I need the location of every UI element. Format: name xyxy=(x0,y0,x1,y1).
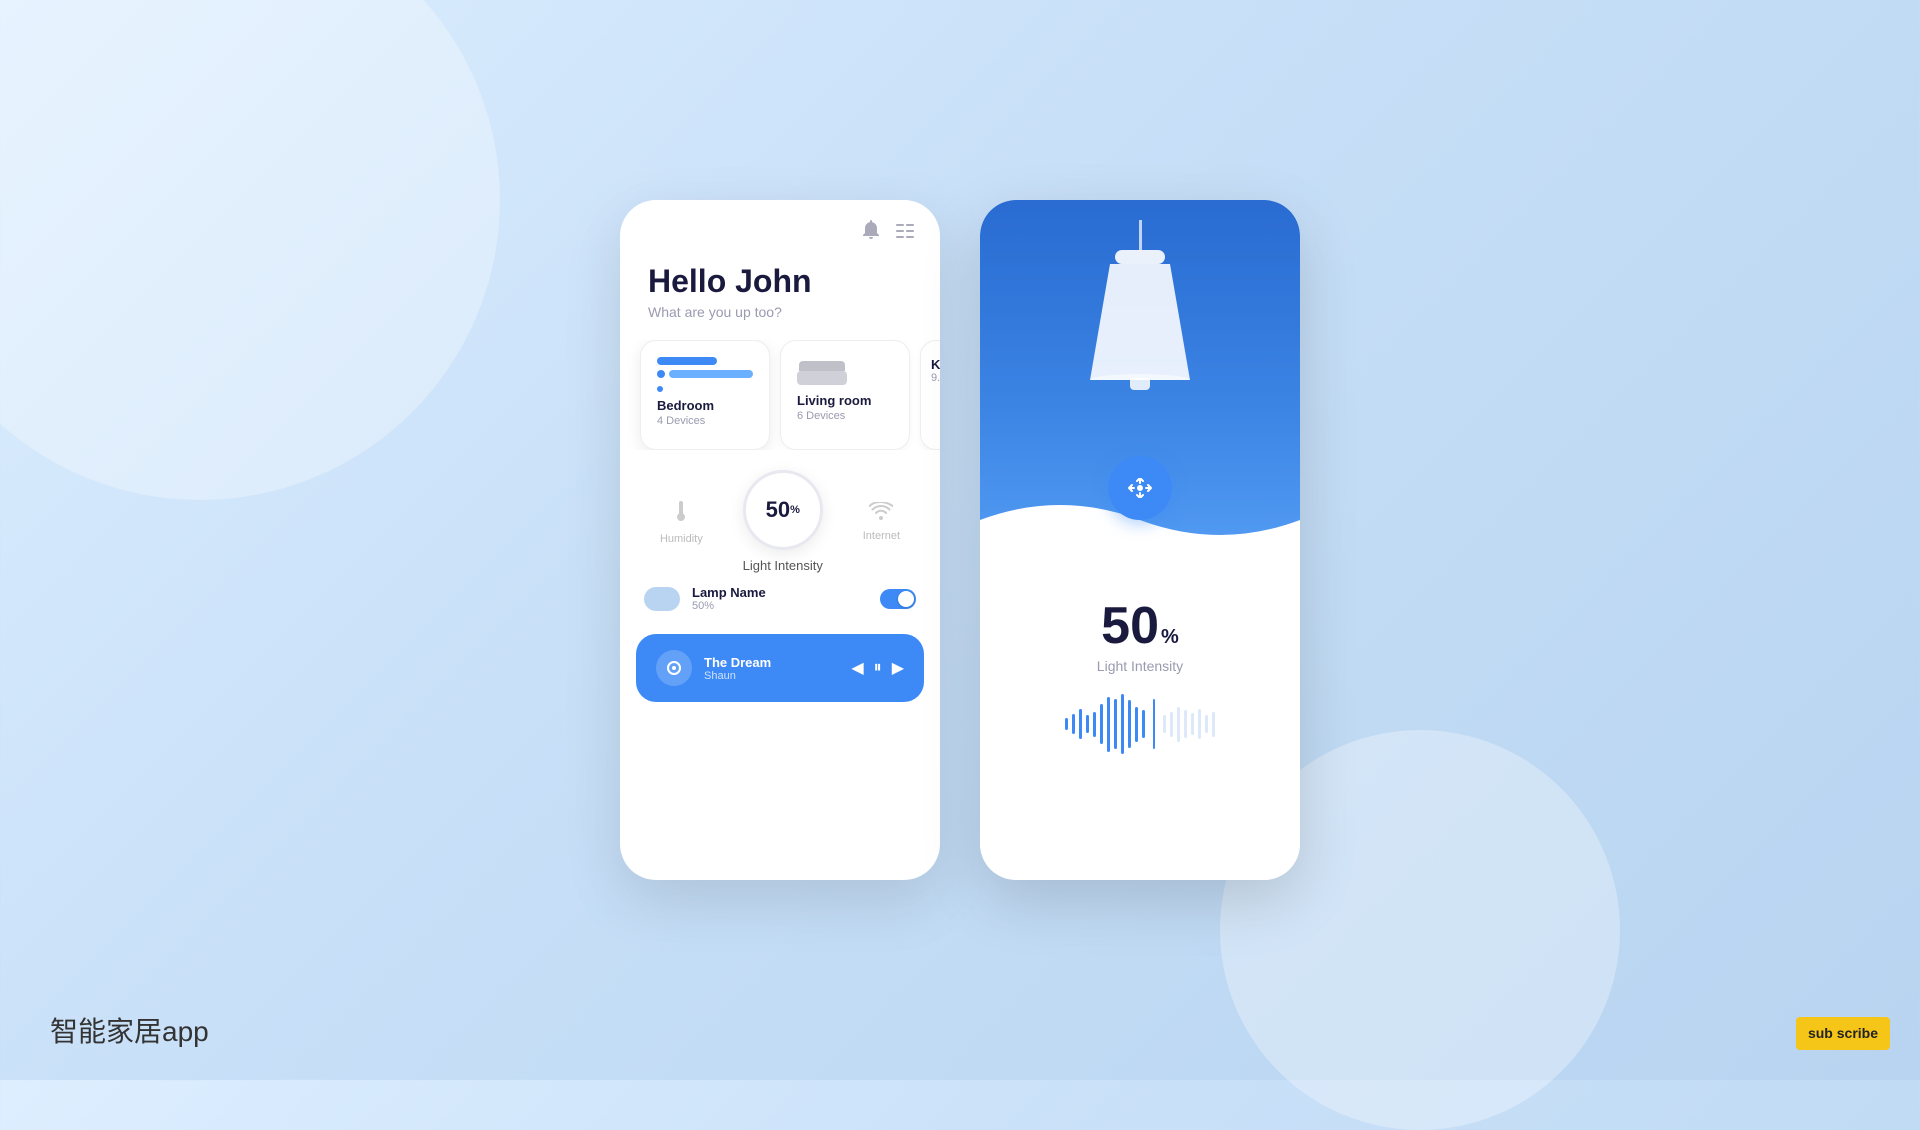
thermometer-icon xyxy=(673,499,689,529)
wave-bar xyxy=(1100,704,1103,744)
wave-bar xyxy=(1093,712,1096,737)
lamp-illustration xyxy=(1060,220,1220,390)
wave-bar xyxy=(1065,718,1068,730)
menu-dots-icon[interactable] xyxy=(896,222,916,243)
wave-bar xyxy=(1191,713,1194,735)
active-dot xyxy=(657,386,663,392)
wave-bar xyxy=(1128,700,1131,748)
left-phone: Hello John What are you up too? Bedroom xyxy=(620,200,940,880)
lamp-detail-top xyxy=(980,200,1300,550)
wifi-icon xyxy=(869,502,893,526)
intensity-unit: % xyxy=(1161,627,1179,647)
greeting-subtitle: What are you up too? xyxy=(648,304,912,320)
greeting-section: Hello John What are you up too? xyxy=(620,253,940,340)
music-info: The Dream Shaun xyxy=(704,655,839,682)
bg-decoration-1 xyxy=(0,0,500,500)
room-card-partial[interactable]: K 9... xyxy=(920,340,940,450)
light-control-button[interactable] xyxy=(1108,456,1172,520)
lamp-info: Lamp Name 50% xyxy=(692,585,868,612)
waveform-display xyxy=(1065,694,1215,754)
intensity-number: 50 xyxy=(1101,600,1159,652)
wave-bar xyxy=(1198,709,1201,739)
next-button[interactable]: ▶ xyxy=(892,658,904,678)
pause-button[interactable]: ⏸ xyxy=(874,659,882,677)
room-card-bedroom[interactable]: Bedroom 4 Devices xyxy=(640,340,770,450)
wave-bar xyxy=(1184,710,1187,738)
internet-stat: Internet xyxy=(863,502,900,542)
partial-devices: 9... xyxy=(931,372,940,384)
wave-bar xyxy=(1177,707,1180,742)
living-room-devices: 6 Devices xyxy=(797,410,893,422)
wave-bar xyxy=(1072,714,1075,734)
light-intensity-label: Light Intensity xyxy=(743,558,823,573)
light-intensity-stat: 50 % Light Intensity xyxy=(743,470,823,573)
intensity-display: 50 % xyxy=(1101,600,1179,652)
light-circle: 50 % xyxy=(743,470,823,550)
lamp-shade-svg xyxy=(1060,250,1220,380)
lamp-detail-bottom: 50 % Light Intensity xyxy=(980,550,1300,880)
music-player[interactable]: The Dream Shaun ◀ ⏸ ▶ xyxy=(636,634,924,702)
intensity-label: Light Intensity xyxy=(1097,658,1183,674)
lamp-toggle[interactable] xyxy=(880,589,916,609)
wave-bar xyxy=(1163,715,1166,733)
wave-bar xyxy=(1170,712,1173,737)
lamp-cord xyxy=(1139,220,1142,250)
humidity-stat: Humidity xyxy=(660,499,703,545)
partial-room-name: K xyxy=(931,357,940,372)
bell-icon[interactable] xyxy=(862,220,880,245)
music-controls: ◀ ⏸ ▶ xyxy=(851,658,904,678)
lamp-base xyxy=(1130,378,1150,390)
wave-bar xyxy=(1079,709,1082,739)
wave-bar xyxy=(1121,694,1124,754)
wave-bar xyxy=(1212,712,1215,737)
wave-bar xyxy=(1135,707,1138,742)
room-cards-list: Bedroom 4 Devices Living room 6 Devices … xyxy=(620,340,940,450)
bedroom-devices: 4 Devices xyxy=(657,415,753,427)
humidity-label: Humidity xyxy=(660,533,703,545)
wave-bar xyxy=(1114,699,1117,749)
internet-label: Internet xyxy=(863,530,900,542)
lamp-item: Lamp Name 50% xyxy=(620,573,940,624)
light-unit: % xyxy=(790,504,800,516)
prev-button[interactable]: ◀ xyxy=(851,658,863,678)
subscribe-badge: sub scribe xyxy=(1796,1017,1890,1050)
music-artist: Shaun xyxy=(704,670,839,682)
watermark: 智能家居app xyxy=(50,1010,209,1050)
wave-bar xyxy=(1107,697,1110,752)
stats-row: Humidity 50 % Light Intensity xyxy=(620,450,940,573)
wave-bar xyxy=(1142,710,1145,738)
music-album-art xyxy=(656,650,692,686)
bedroom-icon xyxy=(657,357,753,378)
living-room-name: Living room xyxy=(797,393,893,408)
room-card-living[interactable]: Living room 6 Devices xyxy=(780,340,910,450)
living-room-icon xyxy=(797,357,893,385)
phones-container: Hello John What are you up too? Bedroom xyxy=(620,200,1300,880)
greeting-title: Hello John xyxy=(648,263,912,300)
wave-cursor xyxy=(1153,699,1155,749)
right-phone: 50 % Light Intensity xyxy=(980,200,1300,880)
wave-bar xyxy=(1205,715,1208,733)
wave-bar xyxy=(1086,715,1089,733)
music-title: The Dream xyxy=(704,655,839,670)
lamp-toggle-dot xyxy=(898,591,914,607)
lamp-name: Lamp Name xyxy=(692,585,868,600)
bedroom-name: Bedroom xyxy=(657,398,753,413)
lamp-percent: 50% xyxy=(692,600,868,612)
left-phone-header xyxy=(620,200,940,253)
light-value: 50 xyxy=(766,497,790,523)
lamp-cloud-icon xyxy=(644,587,680,611)
